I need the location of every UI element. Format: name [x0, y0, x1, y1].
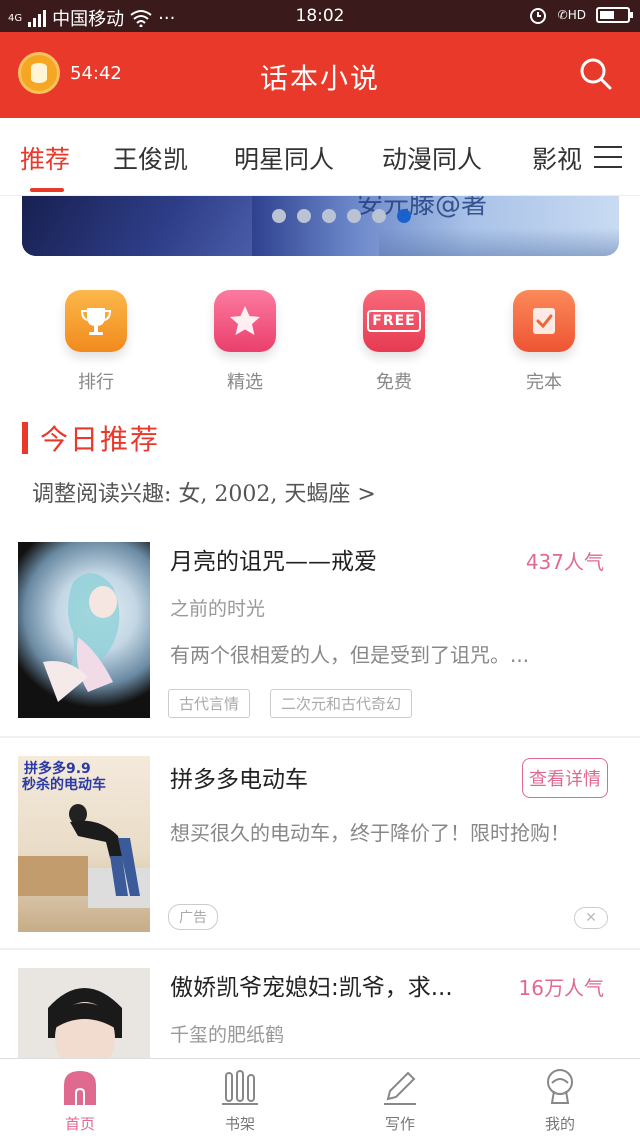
nav-write[interactable]: 写作	[320, 1059, 480, 1138]
free-button[interactable]: FREE 免费	[344, 290, 444, 394]
star-icon	[214, 290, 276, 352]
featured-label: 精选	[227, 372, 263, 393]
carousel-dot[interactable]	[272, 209, 286, 223]
popularity-count: 16万人气	[518, 976, 604, 1000]
nav-profile-label: 我的	[544, 1115, 575, 1133]
ad-card[interactable]: 拼多多9.9 秒杀的电动车 拼多多电动车 查看详情 想买很久的电动车，终于降价了…	[0, 738, 640, 948]
free-label: 免费	[376, 372, 412, 393]
hd-badge: HD	[567, 8, 586, 22]
nav-bookshelf[interactable]: 书架	[160, 1059, 320, 1138]
view-details-button[interactable]: 查看详情	[522, 758, 608, 798]
status-bar: 4G 中国移动 ··· 18:02 ✆HD	[0, 0, 640, 32]
ad-title: 拼多多电动车	[170, 767, 308, 793]
bottom-nav: 首页 书架 写作 我的	[0, 1058, 640, 1138]
tab-anime-fanfic[interactable]: 动漫同人	[382, 140, 482, 176]
book-author: 之前的时光	[170, 598, 266, 620]
app-header: 54:42 话本小说	[0, 32, 640, 118]
ad-photo	[18, 804, 150, 908]
tab-recommend[interactable]: 推荐	[20, 140, 70, 176]
quick-actions: 排行 精选 FREE 免费 完本	[0, 290, 640, 400]
profile-icon	[540, 1067, 580, 1107]
carousel-dot-active[interactable]	[397, 209, 411, 223]
carousel-dot[interactable]	[372, 209, 386, 223]
section-title: 今日推荐	[40, 423, 161, 456]
boy-portrait	[48, 988, 122, 1058]
book-title: 月亮的诅咒——戒爱	[170, 549, 377, 575]
category-tabs: 推荐 王俊凯 明星同人 动漫同人 影视	[0, 118, 640, 196]
reading-preference-link[interactable]: 调整阅读兴趣: 女, 2002, 天蝎座 >	[32, 476, 376, 508]
carousel-dot[interactable]	[347, 209, 361, 223]
book-description: 有两个很相爱的人，但是受到了诅咒。...	[170, 643, 530, 667]
section-header: 今日推荐	[22, 418, 160, 458]
tab-film-tv[interactable]: 影视	[532, 140, 582, 176]
book-title: 傲娇凯爷宠媳妇:凯爷，求...	[170, 975, 453, 1001]
popularity-count: 437人气	[525, 550, 604, 574]
book-cover	[18, 968, 150, 1058]
bookshelf-icon	[220, 1067, 260, 1107]
menu-icon[interactable]	[590, 118, 640, 195]
section-bar	[22, 422, 28, 454]
carousel-dot[interactable]	[322, 209, 336, 223]
active-tab-indicator	[30, 188, 64, 192]
carousel-dots	[272, 209, 411, 223]
search-icon[interactable]	[578, 56, 612, 90]
book-tag[interactable]: 古代言情	[168, 689, 251, 718]
battery-icon	[596, 7, 633, 23]
nav-home[interactable]: 首页	[0, 1059, 160, 1138]
completed-button[interactable]: 完本	[494, 290, 594, 394]
book-cover	[18, 542, 150, 718]
ad-description: 想买很久的电动车，终于降价了！限时抢购！	[170, 821, 570, 845]
carousel-dot[interactable]	[297, 209, 311, 223]
book-author: 千玺的肥纸鹤	[170, 1024, 285, 1046]
home-icon	[60, 1067, 100, 1107]
close-ad-button[interactable]: ✕	[574, 907, 608, 929]
featured-button[interactable]: 精选	[195, 290, 295, 394]
nav-bookshelf-label: 书架	[224, 1115, 255, 1133]
banner-image	[22, 196, 252, 256]
book-tag[interactable]: 二次元和古代奇幻	[270, 689, 413, 718]
app-title: 话本小说	[259, 62, 380, 95]
pen-icon	[380, 1067, 420, 1107]
alarm-icon	[529, 8, 546, 24]
completed-label: 完本	[526, 372, 562, 393]
book-card[interactable]: 月亮的诅咒——戒爱 437人气 之前的时光 有两个很相爱的人，但是受到了诅咒。.…	[0, 528, 640, 736]
nav-profile[interactable]: 我的	[480, 1059, 640, 1138]
ranking-button[interactable]: 排行	[46, 290, 146, 394]
ad-cover: 拼多多9.9 秒杀的电动车	[18, 756, 150, 932]
free-icon: FREE	[363, 290, 425, 352]
nav-write-label: 写作	[384, 1115, 415, 1133]
banner-scenery	[379, 228, 619, 256]
banner-carousel[interactable]: 安元滕@著	[22, 196, 619, 256]
book-card[interactable]: 傲娇凯爷宠媳妇:凯爷，求... 16万人气 千玺的肥纸鹤	[0, 950, 640, 1058]
free-badge: FREE	[367, 310, 421, 332]
ad-badge: 广告	[168, 904, 218, 930]
ranking-label: 排行	[78, 372, 114, 393]
call-icon: ✆HD	[557, 8, 586, 22]
tab-celebrity-fanfic[interactable]: 明星同人	[234, 140, 334, 176]
tab-wangjunkai[interactable]: 王俊凯	[113, 140, 188, 176]
anime-girl-illustration	[43, 573, 120, 702]
nav-home-label: 首页	[64, 1115, 95, 1133]
trophy-icon	[65, 290, 127, 352]
checked-book-icon	[513, 290, 575, 352]
